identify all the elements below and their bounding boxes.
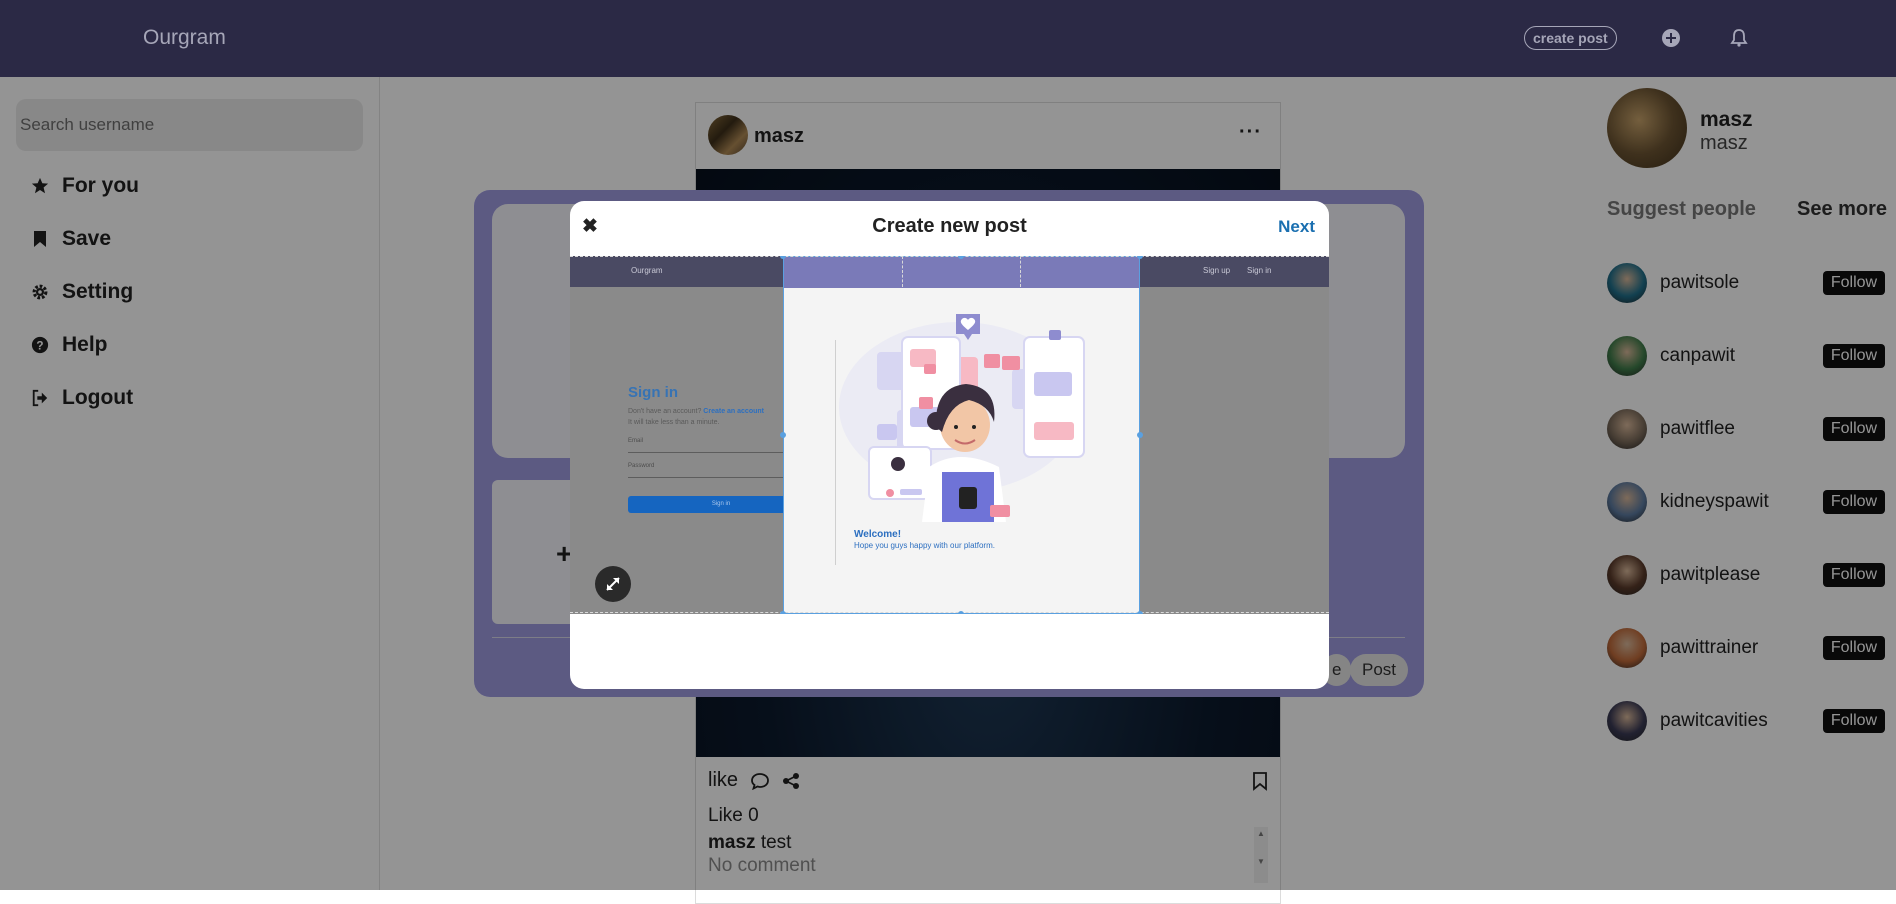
crop-handle[interactable] — [780, 611, 786, 614]
crop-handle[interactable] — [780, 432, 786, 438]
preview-signin-title: Sign in — [628, 384, 678, 401]
crop-handle[interactable] — [1137, 611, 1143, 614]
crop-guide — [1020, 256, 1021, 287]
create-post-modal: ✖ Create new post Next Ourgram Sign up S… — [570, 201, 1329, 689]
preview-no-account: Don't have an account? Create an account — [628, 408, 764, 415]
preview-tagline: It will take less than a minute. — [628, 419, 720, 426]
plus-circle-icon[interactable] — [1661, 28, 1681, 48]
preview-welcome-subtitle: Hope you guys happy with our platform. — [854, 541, 995, 550]
crop-guide — [902, 256, 903, 287]
preview-welcome-title: Welcome! — [854, 529, 902, 540]
crop-guide — [570, 256, 1329, 257]
brand-logo[interactable]: Ourgram — [143, 26, 226, 50]
crop-handle[interactable] — [1137, 432, 1143, 438]
preview-brand: Ourgram — [631, 266, 663, 275]
modal-title: Create new post — [872, 215, 1027, 237]
next-button[interactable]: Next — [1278, 217, 1315, 237]
expand-icon[interactable] — [595, 566, 631, 602]
preview-nav-signup: Sign up — [1203, 266, 1231, 275]
crop-frame[interactable]: Welcome! Hope you guys happy with our pl… — [783, 256, 1140, 614]
crop-handle[interactable] — [958, 611, 964, 614]
crop-guide — [570, 612, 1329, 613]
welcome-illustration — [839, 314, 1085, 522]
preview-nav-signin: Sign in — [1247, 266, 1272, 275]
create-post-button[interactable]: create post — [1524, 26, 1617, 50]
top-navbar: Ourgram create post — [0, 0, 1896, 77]
image-crop-area[interactable]: Ourgram Sign up Sign in Sign in Don't ha… — [570, 256, 1329, 614]
bell-icon[interactable] — [1729, 28, 1749, 48]
